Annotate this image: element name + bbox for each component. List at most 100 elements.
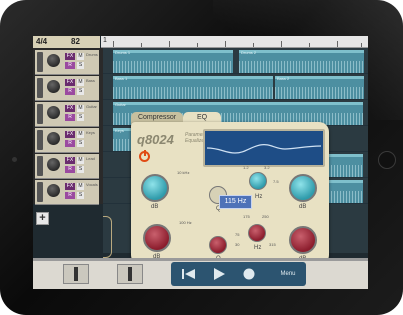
mute-button[interactable]: M [77,53,84,60]
camera [12,157,17,162]
track-name: Bass [86,78,95,83]
scale-label: 75 [235,232,240,237]
record-arm-button[interactable]: R [65,166,75,173]
mute-button[interactable]: M [77,105,84,112]
eq-curve-display[interactable] [203,129,325,167]
lane-divider [103,73,368,74]
app-screen: 4/4 82 1 Drums 1 Drums 2 Bass 1 Bass 2 G… [33,36,368,289]
pan-knob[interactable] [47,184,60,197]
clip[interactable]: Bass 2 [275,76,364,99]
gain-knob-low-right[interactable] [289,226,317,254]
fx-button[interactable]: FX [65,157,75,164]
pan-knob[interactable] [47,54,60,67]
scroll-handle[interactable] [33,258,368,261]
volume-fader[interactable] [37,182,43,202]
track-header[interactable]: FX R M S Lead [35,154,99,179]
clip[interactable]: Bass 1 [113,76,273,99]
clip-waveform [113,87,273,99]
solo-button[interactable]: S [77,140,84,147]
track-name: Drums [86,52,98,57]
ruler-tick [169,41,170,47]
solo-button[interactable]: S [77,62,84,69]
scale-label: 1.2 [243,165,249,170]
band-high-freq-label: 10 kHz [177,170,190,175]
volume-fader[interactable] [37,130,43,150]
volume-fader[interactable] [37,104,43,124]
volume-fader[interactable] [37,78,43,98]
track-name: Lead [86,156,95,161]
clip-label: Guitar [115,102,126,107]
gain-knob-high-right[interactable] [289,174,317,202]
ruler-tick [361,43,362,47]
timeline-ruler[interactable]: 1 [101,36,368,48]
time-tempo-bar[interactable]: 4/4 82 [33,36,100,48]
gain-knob-low[interactable] [143,224,171,252]
clip[interactable]: Drums 1 [113,50,233,73]
track-header[interactable]: FX R M S Guitar [35,102,99,127]
clip-label: Keys [115,128,124,133]
solo-button[interactable]: S [77,114,84,121]
fx-button[interactable]: FX [65,131,75,138]
mute-button[interactable]: M [77,183,84,190]
track-header[interactable]: FX R M S Drums [35,50,99,75]
pan-knob[interactable] [47,106,60,119]
record-icon[interactable] [239,265,259,283]
pan-knob[interactable] [47,80,60,93]
freq-hz-label: Hz [254,245,262,251]
ipad-frame: 4/4 82 1 Drums 1 Drums 2 Bass 1 Bass 2 G… [0,0,403,315]
q-knob-low[interactable] [209,236,227,254]
mute-button[interactable]: M [77,79,84,86]
eq-curve [206,143,322,154]
ruler-bar-number: 1 [103,37,107,44]
gain-knob-high[interactable] [141,174,169,202]
fx-button[interactable]: FX [65,105,75,112]
ruler-tick [337,41,338,47]
home-button[interactable] [378,151,396,169]
play-icon[interactable] [209,265,229,283]
volume-fader[interactable] [37,156,43,176]
time-signature: 4/4 [36,37,48,46]
menu-button[interactable]: Menu [273,265,303,283]
record-arm-button[interactable]: R [65,140,75,147]
ruler-tick [225,41,226,47]
fx-button[interactable]: FX [65,53,75,60]
clip-waveform [275,87,364,99]
freq-knob-high[interactable] [249,172,267,190]
track-header[interactable]: FX R M S Bass [35,76,99,101]
gain-db-label: dB [299,204,307,210]
solo-button[interactable]: S [77,166,84,173]
eq-plugin-panel: q8024 Parametric Equalizer 10 kHz dB Q 1… [131,122,329,265]
record-arm-button[interactable]: R [65,114,75,121]
solo-button[interactable]: S [77,88,84,95]
monitor-fader[interactable] [117,264,143,284]
lane-divider [103,99,368,100]
record-arm-button[interactable]: R [65,192,75,199]
track-name: Vocals [86,182,98,187]
power-icon[interactable] [139,150,150,162]
mute-button[interactable]: M [77,157,84,164]
fx-button[interactable]: FX [65,79,75,86]
track-header[interactable]: FX R M S Vocals [35,180,99,205]
freq-knob-low[interactable] [248,224,266,242]
pan-knob[interactable] [47,158,60,171]
record-arm-button[interactable]: R [65,62,75,69]
record-arm-button[interactable]: R [65,88,75,95]
clip-waveform [239,61,364,73]
clip-label: Drums 2 [241,50,257,55]
scale-label: 250 [262,214,269,219]
track-name: Guitar [86,104,97,109]
frequency-readout: 115 Hz [219,195,252,209]
mute-button[interactable]: M [77,131,84,138]
solo-button[interactable]: S [77,192,84,199]
volume-fader[interactable] [37,52,43,72]
clip[interactable]: Drums 2 [239,50,364,73]
automation-bracket [103,216,112,258]
track-header[interactable]: FX R M S Keys [35,128,99,153]
master-fader[interactable] [63,264,89,284]
ruler-tick [141,43,142,47]
pan-knob[interactable] [47,132,60,145]
scale-label: 7.5 [273,179,279,184]
add-track-button[interactable]: + [36,212,49,225]
fx-button[interactable]: FX [65,183,75,190]
rewind-icon[interactable] [179,265,199,283]
